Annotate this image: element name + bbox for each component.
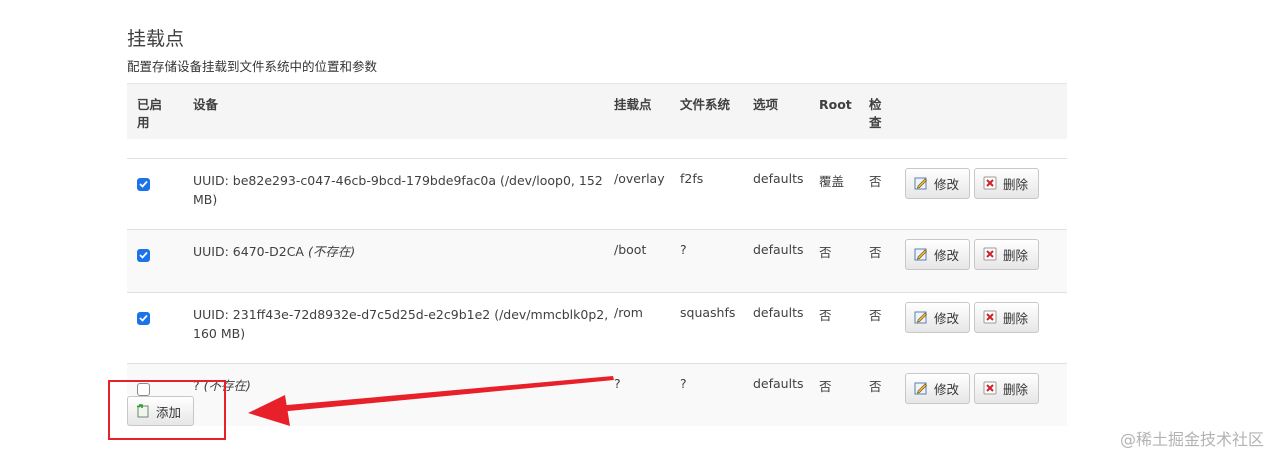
annotation-arrow: [248, 376, 614, 426]
annotation-arrow-shaft: [276, 376, 614, 412]
annotation-arrow-head: [248, 395, 290, 426]
watermark: @稀土掘金技术社区: [1119, 430, 1264, 449]
